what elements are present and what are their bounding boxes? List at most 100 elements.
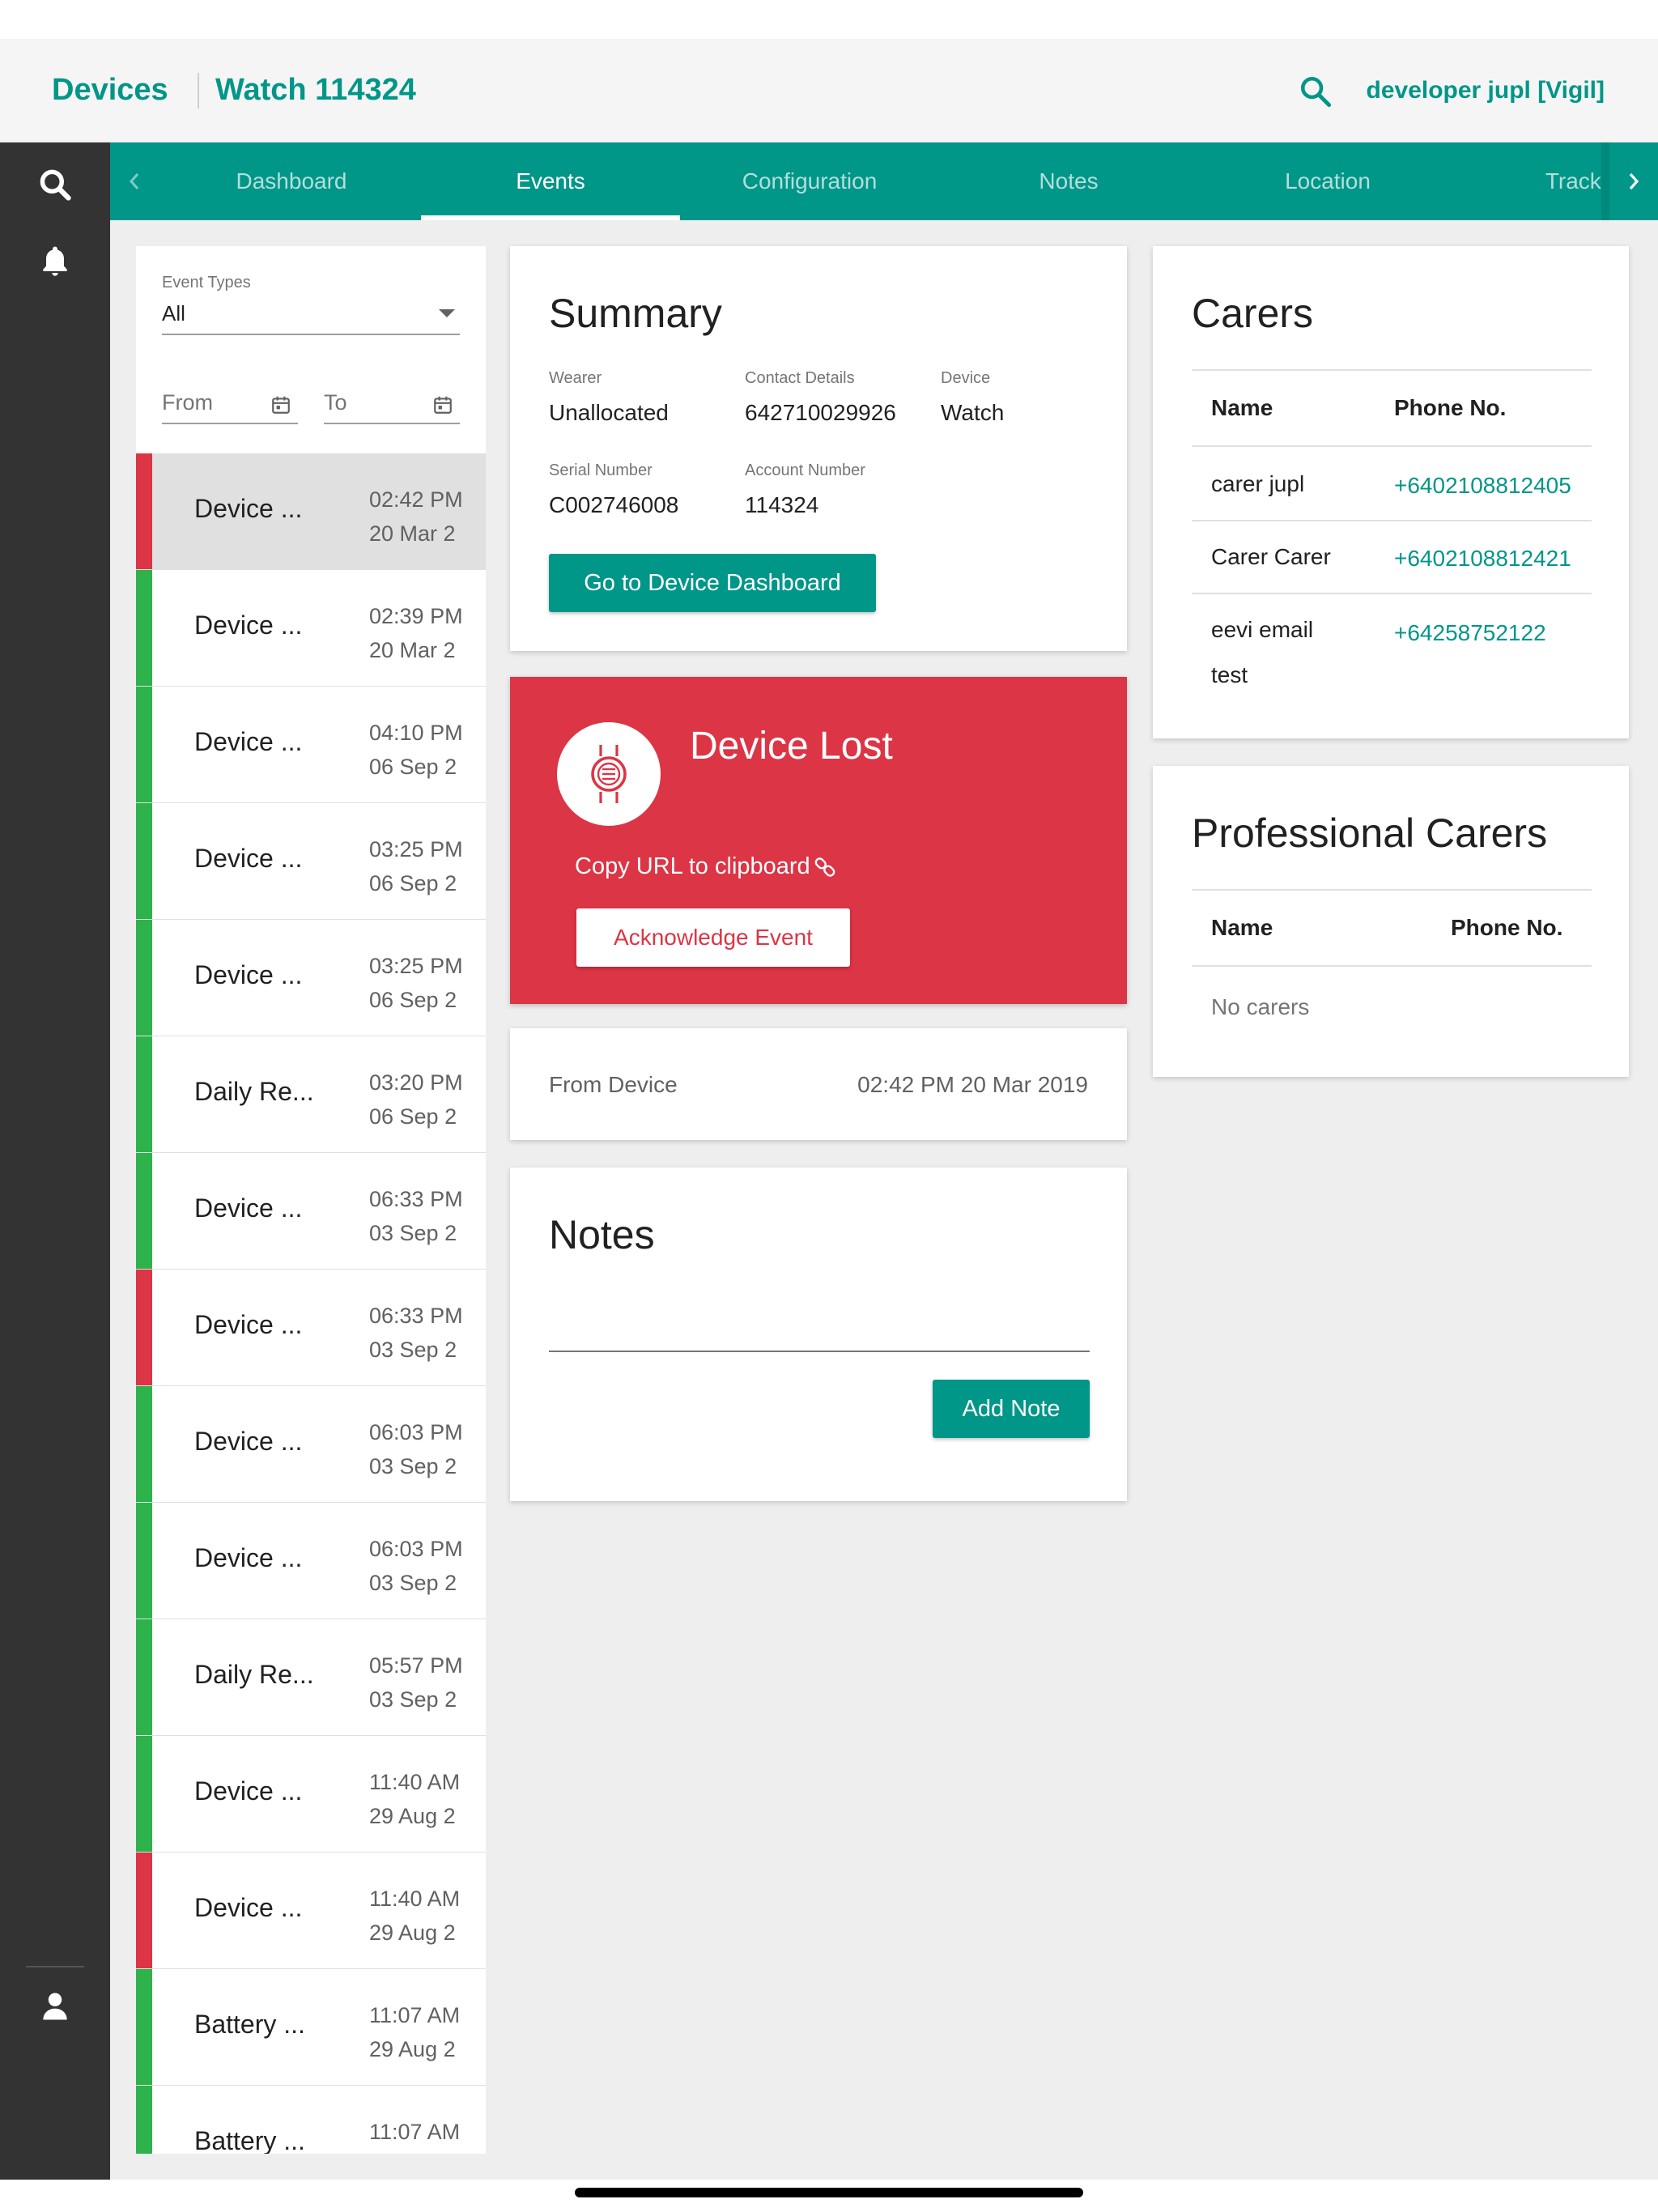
caret-down-icon[interactable]: [439, 309, 455, 317]
chevron-left-icon: [129, 173, 139, 189]
carer-row-divider: [1192, 520, 1592, 521]
event-time-of-day: 06:33 PM: [369, 1187, 463, 1211]
carer-phone-link[interactable]: +6402108812405: [1394, 473, 1571, 499]
serial-number-label: Serial Number: [549, 462, 653, 479]
event-time: 11:40 AM 29 Aug 2: [369, 1882, 466, 1950]
go-to-device-dashboard-button[interactable]: Go to Device Dashboard: [549, 554, 876, 612]
event-time: 06:33 PM 03 Sep 2: [369, 1299, 466, 1367]
carer-phone-link[interactable]: +64258752122: [1394, 620, 1546, 646]
note-input[interactable]: [549, 1351, 1090, 1352]
event-list-item[interactable]: Device ... 02:42 PM 20 Mar 2: [136, 453, 486, 570]
event-list-item[interactable]: Device ... 11:40 AM 29 Aug 2: [136, 1736, 486, 1853]
carer-name: Carer Carer: [1211, 544, 1331, 569]
copy-url-label: Copy URL to clipboard: [575, 853, 810, 879]
event-time: 11:07 AM 29 Aug 2: [369, 1998, 466, 2066]
event-time-of-day: 03:25 PM: [369, 954, 463, 978]
rail-divider: [26, 1966, 84, 1967]
event-time: 05:57 PM 03 Sep 2: [369, 1648, 466, 1716]
carers-title: Carers: [1192, 291, 1314, 336]
notes-title: Notes: [549, 1212, 655, 1257]
event-list: Device ... 02:42 PM 20 Mar 2 Device ... 02:3…: [136, 453, 486, 2154]
professional-carers-divider: [1192, 889, 1592, 891]
event-name: Device ...: [194, 1893, 303, 1922]
event-date: 29 Aug 2: [369, 1804, 456, 1828]
event-status-indicator: [136, 1969, 152, 2085]
event-list-item[interactable]: Daily Re... 03:20 PM 06 Sep 2: [136, 1036, 486, 1153]
event-list-item[interactable]: Device ... 11:40 AM 29 Aug 2: [136, 1853, 486, 1969]
event-list-item[interactable]: Device ... 06:03 PM 03 Sep 2: [136, 1503, 486, 1619]
bell-icon[interactable]: [37, 243, 73, 279]
carer-name: eevi email test: [1211, 617, 1314, 687]
summary-card: Summary Wearer Unallocated Contact Detai…: [510, 246, 1127, 651]
event-list-item[interactable]: Device ... 03:25 PM 06 Sep 2: [136, 803, 486, 920]
event-name: Device ...: [194, 1193, 303, 1223]
tab-notes[interactable]: Notes: [939, 143, 1198, 220]
tab-tracking[interactable]: Tracki: [1457, 143, 1606, 220]
event-date: 03 Sep 2: [369, 1454, 457, 1478]
event-types-select[interactable]: All: [162, 301, 185, 326]
tab-scroll-shadow: [1601, 143, 1609, 220]
event-name: Device ...: [194, 494, 303, 523]
event-time-of-day: 03:20 PM: [369, 1070, 463, 1095]
event-list-item[interactable]: Device ... 06:33 PM 03 Sep 2: [136, 1270, 486, 1386]
user-icon[interactable]: [37, 1989, 73, 2024]
event-date: 06 Sep 2: [369, 988, 457, 1012]
home-indicator[interactable]: [575, 2188, 1083, 2197]
event-date: 03 Sep 2: [369, 1571, 457, 1595]
add-note-button[interactable]: Add Note: [933, 1380, 1090, 1438]
event-list-item[interactable]: Daily Re... 05:57 PM 03 Sep 2: [136, 1619, 486, 1736]
event-time-of-day: 06:33 PM: [369, 1304, 463, 1328]
search-icon[interactable]: [1299, 74, 1333, 108]
event-list-item[interactable]: Device ... 02:39 PM 20 Mar 2: [136, 570, 486, 687]
link-icon: [814, 857, 835, 877]
tab-dashboard[interactable]: Dashboard: [162, 143, 421, 220]
event-name: Battery ...: [194, 2126, 305, 2154]
search-icon[interactable]: [37, 167, 73, 202]
breadcrumb-devices[interactable]: Devices: [52, 73, 168, 108]
watch-icon: [591, 745, 627, 803]
event-date: 29 Aug 2: [369, 1921, 456, 1945]
event-time: 02:39 PM 20 Mar 2: [369, 599, 466, 667]
to-date-input[interactable]: To: [324, 384, 460, 424]
wearer-label: Wearer: [549, 369, 602, 387]
event-time: 06:33 PM 03 Sep 2: [369, 1182, 466, 1250]
tabs-scroll-right-button[interactable]: [1609, 143, 1658, 220]
event-status-indicator: [136, 687, 152, 802]
tabs-scroll-left-button[interactable]: [110, 143, 159, 220]
event-status-indicator: [136, 570, 152, 686]
event-time: 03:25 PM 06 Sep 2: [369, 949, 466, 1017]
user-menu[interactable]: developer jupl [Vigil]: [1367, 77, 1605, 104]
event-list-item[interactable]: Battery ... 11:07 AM 29 Aug 2: [136, 1969, 486, 2086]
event-status-indicator: [136, 803, 152, 919]
event-date: 06 Sep 2: [369, 871, 457, 895]
event-time-of-day: 06:03 PM: [369, 1537, 463, 1561]
event-date: 29 Aug 2: [369, 2037, 456, 2061]
professional-carers-title: Professional Carers: [1192, 810, 1548, 856]
account-number-value: 114324: [745, 492, 819, 517]
event-list-item[interactable]: Device ... 04:10 PM 06 Sep 2: [136, 687, 486, 803]
acknowledge-event-button[interactable]: Acknowledge Event: [576, 908, 850, 967]
device-lost-alert-card: Device Lost Copy URL to clipboard Acknow…: [510, 677, 1127, 1004]
event-name: Device ...: [194, 1543, 303, 1572]
event-list-item[interactable]: Device ... 06:03 PM 03 Sep 2: [136, 1386, 486, 1503]
from-date-input[interactable]: From: [162, 384, 298, 424]
event-status-indicator: [136, 1386, 152, 1502]
events-panel: Event Types All From To Device ... 02:42…: [136, 246, 486, 2154]
copy-url-link[interactable]: Copy URL to clipboard: [575, 853, 836, 880]
calendar-icon[interactable]: [270, 393, 291, 416]
event-list-item[interactable]: Device ... 03:25 PM 06 Sep 2: [136, 920, 486, 1036]
tab-configuration[interactable]: Configuration: [680, 143, 939, 220]
event-timestamp: 02:42 PM 20 Mar 2019: [857, 1072, 1088, 1097]
event-name: Device ...: [194, 960, 303, 989]
calendar-icon[interactable]: [432, 393, 453, 416]
event-time-of-day: 11:40 AM: [369, 1770, 461, 1794]
event-time-of-day: 05:57 PM: [369, 1653, 463, 1678]
carer-row-divider: [1192, 593, 1592, 594]
tab-events[interactable]: Events: [421, 143, 680, 220]
carers-divider: [1192, 369, 1592, 371]
contact-details-value: 642710029926: [745, 400, 896, 425]
carer-phone-link[interactable]: +6402108812421: [1394, 546, 1571, 572]
event-list-item[interactable]: Battery ... 11:07 AM 29 Aug 2: [136, 2086, 486, 2154]
event-list-item[interactable]: Device ... 06:33 PM 03 Sep 2: [136, 1153, 486, 1270]
tab-location[interactable]: Location: [1198, 143, 1457, 220]
